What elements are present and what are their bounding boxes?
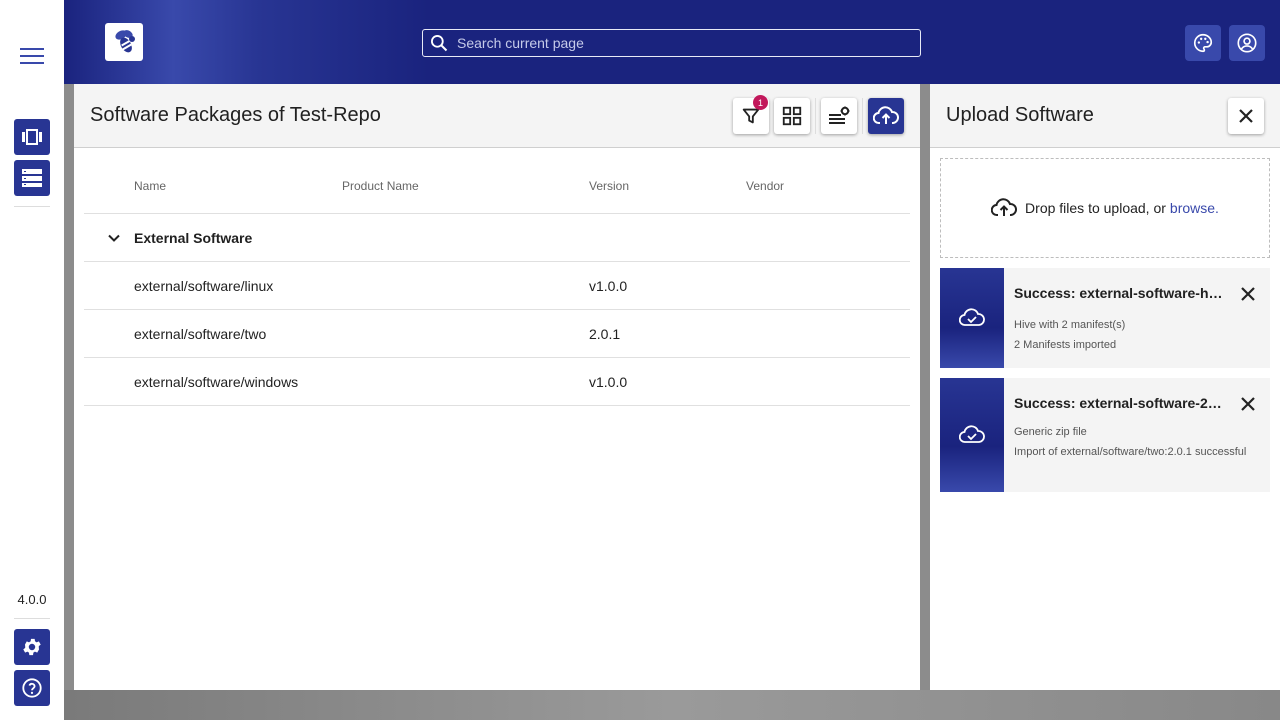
card-line: Generic zip file	[1014, 426, 1087, 438]
card-line: Hive with 2 manifest(s)	[1014, 319, 1126, 331]
row-name: external/software/two	[134, 326, 267, 342]
dropzone-text: Drop files to upload, or	[1025, 200, 1166, 216]
upload-panel-title: Upload Software	[946, 104, 1094, 126]
upload-button[interactable]	[868, 98, 904, 134]
column-header-product-name[interactable]: Product Name	[342, 179, 419, 193]
main-header: Software Packages of Test-Repo 1	[74, 84, 920, 148]
column-header-name[interactable]: Name	[134, 179, 166, 193]
close-icon[interactable]	[1236, 282, 1260, 306]
cloud-upload-icon	[873, 106, 899, 124]
sidebar: 4.0.0	[0, 0, 64, 720]
close-panel-button[interactable]	[1228, 98, 1264, 134]
upload-panel: Upload Software Drop files to upload, or…	[930, 84, 1280, 690]
account-icon[interactable]	[1229, 25, 1265, 61]
card-title: Success: external-software-hive.zip	[1014, 285, 1226, 301]
table-row[interactable]: external/software/two 2.0.1	[84, 310, 910, 358]
row-version: 2.0.1	[589, 326, 621, 342]
grid-icon	[782, 106, 802, 126]
grid-view-button[interactable]	[774, 98, 810, 134]
card-line: 2 Manifests imported	[1014, 339, 1117, 351]
table-row[interactable]: external/software/linux v1.0.0	[84, 262, 910, 310]
software-table: Name Product Name Version Vendor Externa…	[84, 164, 910, 406]
help-icon[interactable]	[14, 670, 50, 706]
filter-badge: 1	[753, 95, 768, 110]
search-box[interactable]	[422, 29, 921, 57]
carousel-icon[interactable]	[14, 119, 50, 155]
toolbar-divider	[862, 98, 863, 134]
filter-button[interactable]: 1	[733, 95, 769, 134]
upload-result-card: Success: external-software-2-raw.zip Gen…	[940, 378, 1270, 492]
search-icon	[431, 35, 448, 52]
row-name: external/software/linux	[134, 278, 274, 294]
row-version: v1.0.0	[589, 374, 628, 390]
upload-panel-header: Upload Software	[930, 84, 1280, 148]
page-title: Software Packages of Test-Repo	[90, 104, 381, 126]
list-settings-button[interactable]	[821, 98, 857, 134]
servers-icon[interactable]	[14, 160, 50, 196]
row-name: external/software/windows	[134, 374, 299, 390]
table-row[interactable]: external/software/windows v1.0.0	[84, 358, 910, 406]
settings-icon[interactable]	[14, 629, 50, 665]
toolbar-divider	[815, 98, 816, 134]
app-version: 4.0.0	[17, 592, 47, 607]
file-dropzone[interactable]: Drop files to upload, or browse.	[940, 158, 1270, 258]
column-header-vendor[interactable]: Vendor	[746, 179, 784, 193]
cloud-upload-icon	[991, 198, 1018, 216]
list-settings-icon	[829, 106, 850, 124]
bee-logo-icon[interactable]	[105, 23, 143, 61]
cloud-done-icon	[940, 268, 1004, 368]
menu-icon[interactable]	[16, 40, 48, 72]
close-icon	[1239, 109, 1253, 123]
group-row-external-software[interactable]: External Software	[84, 214, 910, 262]
row-version: v1.0.0	[589, 278, 628, 294]
sidebar-divider	[14, 618, 50, 619]
top-bar	[64, 0, 1280, 84]
column-header-version[interactable]: Version	[589, 179, 629, 193]
card-line: Import of external/software/two:2.0.1 su…	[1014, 446, 1247, 458]
table-header: Name Product Name Version Vendor	[84, 164, 910, 214]
card-title: Success: external-software-2-raw.zip	[1014, 395, 1226, 411]
sidebar-divider	[14, 206, 50, 207]
chevron-down-icon[interactable]	[104, 228, 124, 248]
background-strip	[64, 690, 1280, 720]
main-panel: Software Packages of Test-Repo 1 Name Pr…	[74, 84, 920, 690]
upload-result-card: Success: external-software-hive.zip Hive…	[940, 268, 1270, 368]
group-label: External Software	[134, 230, 253, 246]
search-input[interactable]	[457, 35, 897, 51]
cloud-done-icon	[940, 378, 1004, 492]
palette-icon[interactable]	[1185, 25, 1221, 61]
browse-link[interactable]: browse.	[1170, 200, 1219, 216]
close-icon[interactable]	[1236, 392, 1260, 416]
